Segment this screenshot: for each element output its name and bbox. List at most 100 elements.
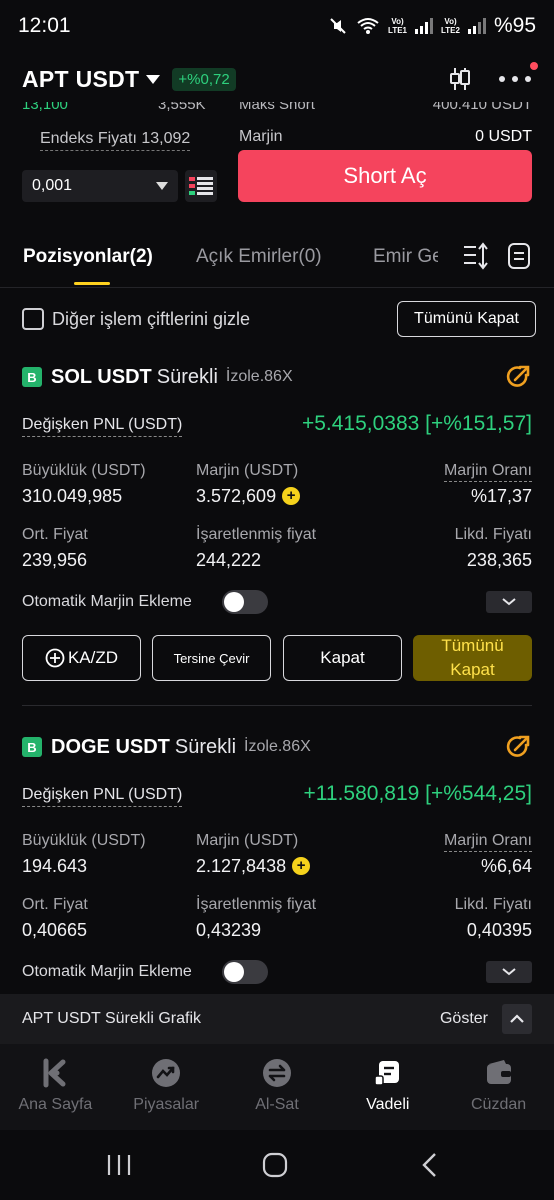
chart-strip-label: APT USDT Sürekli Grafik <box>22 1010 202 1027</box>
more-dots-icon[interactable] <box>498 75 532 83</box>
position-symbol[interactable]: DOGE USDT <box>51 736 170 759</box>
auto-margin-label: Otomatik Marjin Ekleme <box>22 593 192 610</box>
kucoin-logo-icon <box>43 1058 66 1088</box>
mute-icon <box>330 18 346 34</box>
size-value: 194.643 <box>22 856 88 876</box>
home-icon[interactable] <box>262 1152 288 1178</box>
size-label: Büyüklük (USDT) <box>22 832 146 849</box>
mark-price-label: İşaretlenmiş fiyat <box>196 896 317 913</box>
cut-amount: 3,555K <box>158 102 206 113</box>
tab-order-history[interactable]: Emir Geçmişi <box>373 246 438 268</box>
show-chart-link[interactable]: Göster <box>440 1010 488 1028</box>
futures-icon <box>374 1061 399 1086</box>
system-nav-bar <box>0 1130 554 1200</box>
chevron-up-icon <box>510 1014 524 1023</box>
document-icon[interactable] <box>507 242 531 270</box>
margin-value-wrap: 3.572,609 + <box>196 486 301 507</box>
liq-price-label: Likd. Fiyatı <box>454 526 532 543</box>
mark-price-value: 0,43239 <box>196 920 262 940</box>
chevron-down-icon[interactable] <box>146 74 161 84</box>
sim1-indicator: Vo) LTE1 <box>388 17 407 35</box>
position-type: Sürekli <box>174 735 237 758</box>
auto-margin-label: Otomatik Marjin Ekleme <box>22 963 192 980</box>
auto-margin-toggle[interactable] <box>222 960 268 984</box>
mark-price-label: İşaretlenmiş fiyat <box>196 526 317 543</box>
open-short-button[interactable]: Short Aç <box>238 150 532 202</box>
pnl-label: Değişken PNL (USDT) <box>22 416 183 437</box>
cut-max-short-label: Maks Short <box>239 102 315 113</box>
candlestick-chart-icon[interactable] <box>448 66 472 92</box>
margin-ratio-value: %17,37 <box>470 486 532 506</box>
close-position-button[interactable]: Kapat <box>283 635 402 681</box>
chevron-down-icon <box>502 598 516 606</box>
hide-other-pairs-label[interactable]: Diğer işlem çiftlerini gizle <box>52 309 250 330</box>
nav-futures[interactable]: Vadeli <box>332 1044 443 1130</box>
tab-open-orders[interactable]: Açık Emirler(0) <box>196 246 322 268</box>
tab-bar: Pozisyonlar(2) Açık Emirler(0) Emir Geçm… <box>0 232 554 288</box>
side-badge: B <box>22 737 42 757</box>
position-margin-mode: İzole.86X <box>225 368 293 385</box>
nav-wallet[interactable]: Cüzdan <box>443 1044 554 1130</box>
margin-label: Marjin (USDT) <box>196 462 299 479</box>
orderbook-toggle-button[interactable] <box>185 170 217 202</box>
pair-title[interactable]: APT USDT <box>22 66 139 93</box>
markets-icon <box>152 1059 181 1087</box>
nav-trade-label: Al-Sat <box>255 1096 299 1113</box>
add-margin-icon[interactable]: + <box>282 486 301 505</box>
quantity-select[interactable]: 0,001 <box>22 170 178 202</box>
margin-ratio-label: Marjin Oranı <box>443 462 532 482</box>
add-margin-icon[interactable]: + <box>292 856 311 875</box>
auto-margin-toggle[interactable] <box>222 590 268 614</box>
toggle-knob <box>224 962 244 982</box>
margin-value: 0 USDT <box>475 128 532 145</box>
share-icon[interactable] <box>504 363 532 391</box>
ka-zd-label: KA/ZD <box>67 648 119 667</box>
nav-markets[interactable]: Piyasalar <box>111 1044 222 1130</box>
nav-markets-label: Piyasalar <box>133 1096 200 1113</box>
mark-price-value: 244,222 <box>196 550 262 570</box>
more-menu[interactable] <box>498 62 538 88</box>
header: APT USDT +%0,72 <box>0 56 554 102</box>
sort-icon[interactable] <box>462 242 490 270</box>
chevron-down-icon <box>502 968 516 976</box>
nav-home-label: Ana Sayfa <box>18 1096 93 1113</box>
position-symbol[interactable]: SOL USDT <box>51 366 152 389</box>
nav-wallet-label: Cüzdan <box>471 1096 527 1113</box>
recent-apps-icon[interactable] <box>106 1152 132 1178</box>
trade-panel: 13,100 3,555K Maks Short 400.410 USDT En… <box>0 102 554 220</box>
price-change-badge: +%0,72 <box>172 67 236 91</box>
avg-price-value: 239,956 <box>22 550 88 570</box>
expand-button[interactable] <box>486 591 532 613</box>
chart-strip: APT USDT Sürekli Grafik Göster <box>0 994 554 1044</box>
margin-value: 3.572,609 <box>196 486 277 506</box>
side-badge: B <box>22 367 42 387</box>
expand-button[interactable] <box>486 961 532 983</box>
back-icon[interactable] <box>420 1152 440 1178</box>
margin-ratio-value: %6,64 <box>480 856 532 876</box>
liq-price-value: 238,365 <box>466 550 532 570</box>
status-icons: Vo) LTE1 Vo) LTE2 %95 <box>328 14 536 38</box>
tab-positions[interactable]: Pozisyonlar(2) <box>23 246 153 268</box>
nav-trade[interactable]: Al-Sat <box>222 1044 333 1130</box>
ka-zd-button[interactable]: KA/ZD <box>22 635 141 681</box>
share-icon[interactable] <box>504 733 532 761</box>
close-all-position-button[interactable]: Tümünü Kapat <box>413 635 532 681</box>
cut-price: 13,100 <box>22 102 68 113</box>
liq-price-value: 0,40395 <box>466 920 532 940</box>
wifi-icon <box>357 18 379 34</box>
liq-price-label: Likd. Fiyatı <box>454 896 532 913</box>
card-divider <box>22 705 532 706</box>
filter-row: Diğer işlem çiftlerini gizle Tümünü Kapa… <box>22 300 536 338</box>
reverse-position-button[interactable]: Tersine Çevir <box>152 635 271 681</box>
nav-futures-label: Vadeli <box>366 1096 410 1113</box>
orderbook-icon <box>189 177 213 195</box>
swap-icon <box>262 1059 291 1087</box>
status-bar: 12:01 Vo) LTE1 Vo) LTE2 %95 <box>0 0 554 52</box>
size-label: Büyüklük (USDT) <box>22 462 146 479</box>
nav-home[interactable]: Ana Sayfa <box>0 1044 111 1130</box>
hide-other-pairs-checkbox[interactable] <box>22 308 44 330</box>
margin-value: 2.127,8438 <box>196 856 287 876</box>
toggle-knob <box>224 592 244 612</box>
close-all-positions-button[interactable]: Tümünü Kapat <box>397 301 536 337</box>
expand-chart-button[interactable] <box>502 1004 532 1034</box>
